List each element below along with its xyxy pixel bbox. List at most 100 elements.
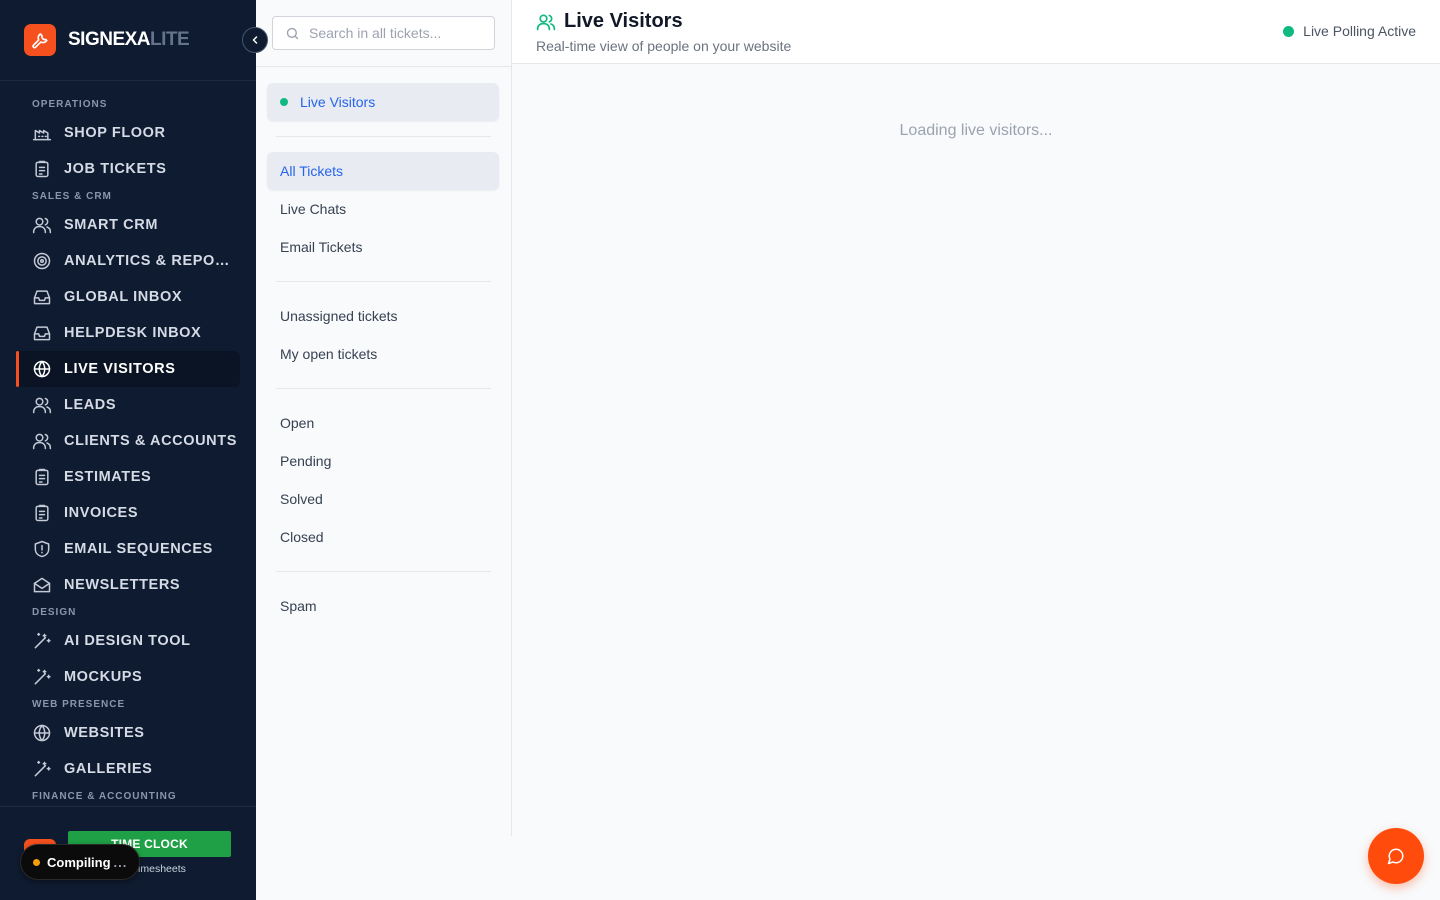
magic-wand-icon [32,759,52,779]
sidebar-item-label: WEBSITES [64,725,145,741]
magic-wand-icon [32,631,52,651]
sidebar-item-ai-design-tool[interactable]: AI DESIGN TOOL [0,623,240,659]
filter-solved[interactable]: Solved [267,480,499,518]
compiling-label: Compiling [47,854,111,870]
sidebar-item-newsletters[interactable]: NEWSLETTERS [0,567,240,603]
filter-label: Live Visitors [300,94,376,110]
sidebar-item-label: ANALYTICS & REPORTS [64,253,240,269]
filter-label: Unassigned tickets [280,308,398,324]
sidebar-item-smart-crm[interactable]: SMART CRM [0,207,240,243]
sidebar-item-galleries[interactable]: GALLERIES [0,751,240,787]
brand-suffix: LITE [150,29,190,50]
nav-section-heading: FINANCE & ACCOUNTING [32,791,177,802]
compiling-indicator[interactable]: Compiling ... [20,844,141,880]
sidebar-item-label: INVOICES [64,505,139,521]
filter-my-open-tickets[interactable]: My open tickets [267,335,499,373]
filter-label: Live Chats [280,201,347,217]
filter-email-tickets[interactable]: Email Tickets [267,228,499,266]
filter-label: My open tickets [280,346,378,362]
search-input[interactable] [309,25,489,41]
sidebar-item-shop-floor[interactable]: SHOP FLOOR [0,115,240,151]
target-icon [32,251,52,271]
sidebar-item-label: SHOP FLOOR [64,125,166,141]
filter-open[interactable]: Open [267,404,499,442]
filter-label: Open [280,415,315,431]
mail-open-icon [32,575,52,595]
filter-all-tickets[interactable]: All Tickets [267,152,499,190]
search-box[interactable] [272,16,495,50]
sidebar-item-label: LIVE VISITORS [64,361,176,377]
divider [276,571,491,572]
status-dot-icon [33,858,40,866]
nav-section-heading: SALES & CRM [32,191,112,202]
ticket-filters: Live Visitors All Tickets Live Chats Email … [256,67,511,625]
sidebar-item-leads[interactable]: LEADS [0,387,240,423]
sidebar-item-label: GLOBAL INBOX [64,289,183,305]
sidebar-item-clients-and-accounts[interactable]: CLIENTS & ACCOUNTS [0,423,240,459]
filter-closed[interactable]: Closed [267,518,499,556]
page-subtitle: Real-time view of people on your website [536,38,792,54]
globe-icon [32,359,52,379]
sidebar-footer: TIME CLOCK Timesheets Compiling ... [0,806,256,900]
timesheets-link[interactable]: Timesheets [132,863,186,875]
sidebar-item-label: CLIENTS & ACCOUNTS [64,433,237,449]
main-content: Live Visitors Real-time view of people o… [512,0,1440,900]
search-bar [256,0,511,67]
factory-icon [32,123,52,143]
chat-button[interactable] [1368,828,1424,884]
users-icon [32,215,52,235]
users-icon [536,14,556,31]
inbox-icon [32,287,52,307]
sidebar-item-invoices[interactable]: INVOICES [0,495,240,531]
status-badge: Live Polling Active [1283,23,1416,39]
brand-header: SIGNEXALITE [0,0,268,81]
divider [276,388,491,389]
clipboard-icon [32,503,52,523]
filter-label: Email Tickets [280,239,363,255]
sidebar-item-label: MOCKUPS [64,669,143,685]
sidebar-item-job-tickets[interactable]: JOB TICKETS [0,151,240,187]
sidebar-item-label: SMART CRM [64,217,159,233]
brand-main: SIGNEXA [68,29,151,50]
brand-name: SIGNEXALITE [68,29,190,51]
users-icon [32,395,52,415]
filter-live-chats[interactable]: Live Chats [267,190,499,228]
filter-label: Spam [280,598,317,614]
inbox-icon [32,323,52,343]
tickets-panel: Live Visitors All Tickets Live Chats Email … [256,0,512,836]
sidebar-item-label: JOB TICKETS [64,161,167,177]
clipboard-icon [32,159,52,179]
sidebar-item-email-sequences[interactable]: EMAIL SEQUENCES [0,531,240,567]
sidebar-item-live-visitors[interactable]: LIVE VISITORS [16,351,240,387]
sidebar: SIGNEXALITE OPERATIONS SHOP FLOOR JOB TICK… [0,0,268,900]
live-dot-icon [280,98,288,106]
sidebar-item-mockups[interactable]: MOCKUPS [0,659,240,695]
filter-unassigned-tickets[interactable]: Unassigned tickets [267,297,499,335]
sidebar-item-estimates[interactable]: ESTIMATES [0,459,240,495]
clipboard-icon [32,467,52,487]
page-header: Live Visitors Real-time view of people o… [512,0,1440,64]
status-dot-icon [1283,25,1295,37]
magic-wand-icon [32,667,52,687]
sidebar-item-global-inbox[interactable]: GLOBAL INBOX [0,279,240,315]
sidebar-nav: OPERATIONS SHOP FLOOR JOB TICKETS SALES & C… [0,81,256,806]
sidebar-item-label: EMAIL SEQUENCES [64,541,213,557]
sidebar-item-label: LEADS [64,397,117,413]
users-icon [32,431,52,451]
sidebar-item-label: GALLERIES [64,761,153,777]
nav-section-heading: OPERATIONS [32,99,108,110]
sidebar-item-websites[interactable]: WEBSITES [0,715,240,751]
chevron-left-icon [252,36,258,44]
collapse-sidebar-button[interactable] [242,27,268,53]
sidebar-item-analytics-and-reports[interactable]: ANALYTICS & REPORTS [0,243,240,279]
sidebar-item-helpdesk-inbox[interactable]: HELPDESK INBOX [0,315,240,351]
filter-label: Closed [280,529,324,545]
nav-section-heading: WEB PRESENCE [32,699,126,710]
divider [276,136,491,137]
filter-spam[interactable]: Spam [267,587,499,625]
filter-pending[interactable]: Pending [267,442,499,480]
filter-live-visitors[interactable]: Live Visitors [267,83,499,121]
sidebar-item-label: AI DESIGN TOOL [64,633,191,649]
sidebar-item-label: ESTIMATES [64,469,152,485]
wrench-logo-icon[interactable] [24,24,56,56]
